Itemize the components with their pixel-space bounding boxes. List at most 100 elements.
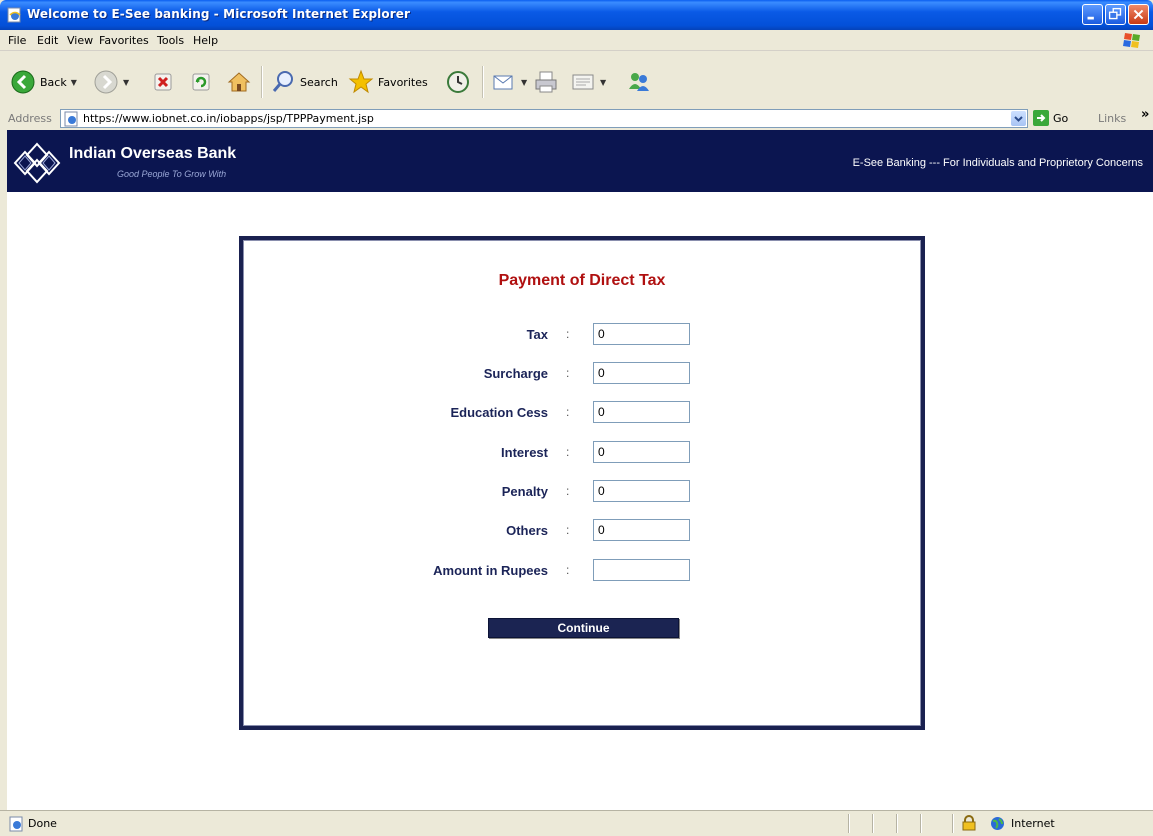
- home-icon: [227, 72, 251, 92]
- history-button[interactable]: [445, 69, 471, 95]
- surcharge-label: Surcharge: [483, 366, 548, 381]
- tax-input[interactable]: [593, 323, 690, 345]
- bank-logo-icon: [13, 142, 61, 184]
- continue-button[interactable]: Continue: [488, 618, 679, 638]
- lock-icon[interactable]: [961, 815, 977, 831]
- menu-favorites[interactable]: Favorites: [99, 34, 149, 47]
- menu-bar: File Edit View Favorites Tools Help: [0, 30, 1153, 51]
- mail-button[interactable]: ▼: [491, 69, 527, 95]
- form-row-education-cess: Education Cess :: [243, 401, 921, 423]
- stop-button[interactable]: [150, 69, 176, 95]
- history-icon: [447, 71, 469, 93]
- ie-page-icon: [7, 7, 21, 23]
- form-row-interest: Interest :: [243, 441, 921, 463]
- mail-icon: [493, 75, 513, 90]
- address-bar: Address https://www.iobnet.co.in/iobapps…: [0, 107, 1153, 131]
- menu-tools[interactable]: Tools: [157, 34, 184, 47]
- label-separator: :: [566, 563, 570, 577]
- back-dropdown-icon[interactable]: ▼: [71, 78, 77, 87]
- form-row-others: Others :: [243, 519, 921, 541]
- window-title-bar[interactable]: Welcome to E-See banking - Microsoft Int…: [0, 0, 1153, 30]
- address-dropdown-icon[interactable]: [1011, 111, 1026, 126]
- status-bar: Done Internet: [0, 810, 1153, 836]
- page-content: Indian Overseas Bank Good People To Grow…: [7, 130, 1153, 810]
- amount-in-rupees-label: Amount in Rupees: [433, 563, 548, 578]
- form-row-penalty: Penalty :: [243, 480, 921, 502]
- tax-payment-panel: Payment of Direct Tax Tax : Surcharge : …: [239, 236, 925, 730]
- search-icon: [272, 71, 293, 92]
- close-button[interactable]: [1128, 4, 1149, 25]
- window-title: Welcome to E-See banking - Microsoft Int…: [27, 7, 410, 21]
- minimize-icon: [1087, 16, 1094, 20]
- form-row-tax: Tax :: [243, 323, 921, 345]
- penalty-input[interactable]: [593, 480, 690, 502]
- edit-dropdown-icon[interactable]: ▼: [600, 78, 606, 87]
- go-label: Go: [1053, 111, 1069, 125]
- refresh-icon: [192, 73, 210, 91]
- ie-page-icon: [9, 816, 23, 832]
- links-label[interactable]: Links: [1098, 112, 1126, 125]
- menu-help[interactable]: Help: [193, 34, 218, 47]
- minimize-button[interactable]: [1082, 4, 1103, 25]
- favorites-button[interactable]: Favorites: [348, 69, 428, 95]
- bank-tagline: Good People To Grow With: [117, 169, 227, 179]
- search-button[interactable]: Search: [270, 69, 338, 95]
- window-frame: [0, 130, 7, 810]
- back-arrow-icon: [11, 70, 35, 94]
- label-separator: :: [566, 484, 570, 498]
- maximize-button[interactable]: [1105, 4, 1126, 25]
- star-icon: [348, 69, 374, 94]
- address-label: Address: [8, 112, 52, 125]
- security-zone-text: Internet: [1011, 817, 1055, 830]
- bank-banner: Indian Overseas Bank Good People To Grow…: [7, 130, 1153, 192]
- back-label: Back: [40, 75, 67, 89]
- messenger-button[interactable]: [626, 69, 652, 95]
- forward-arrow-icon: [94, 70, 118, 94]
- label-separator: :: [566, 405, 570, 419]
- label-separator: :: [566, 366, 570, 380]
- globe-icon: [991, 817, 1004, 830]
- close-icon: [1133, 9, 1144, 20]
- interest-input[interactable]: [593, 441, 690, 463]
- interest-label: Interest: [501, 445, 548, 460]
- menu-edit[interactable]: Edit: [37, 34, 58, 47]
- windows-logo-icon: [1123, 33, 1140, 48]
- address-url: https://www.iobnet.co.in/iobapps/jsp/TPP…: [83, 112, 374, 125]
- ie-page-icon: [64, 111, 78, 127]
- favorites-label: Favorites: [378, 75, 428, 89]
- toolbar: Back ▼ ▼ Search Favorites ▼ ▼: [0, 51, 1153, 108]
- amount-in-rupees-input[interactable]: [593, 559, 690, 581]
- tax-label: Tax: [526, 327, 548, 342]
- status-text: Done: [28, 817, 57, 830]
- address-input[interactable]: https://www.iobnet.co.in/iobapps/jsp/TPP…: [60, 109, 1028, 128]
- restore-icon: [1108, 7, 1122, 20]
- forward-button[interactable]: ▼: [93, 69, 129, 95]
- edit-page-icon: [572, 74, 594, 90]
- form-row-surcharge: Surcharge :: [243, 362, 921, 384]
- go-button[interactable]: Go: [1033, 110, 1068, 126]
- home-button[interactable]: [226, 69, 252, 95]
- print-button[interactable]: [533, 69, 559, 95]
- label-separator: :: [566, 523, 570, 537]
- banking-subtitle: E-See Banking --- For Individuals and Pr…: [852, 157, 1143, 169]
- surcharge-input[interactable]: [593, 362, 690, 384]
- printer-icon: [535, 71, 557, 93]
- label-separator: :: [566, 327, 570, 341]
- bank-name: Indian Overseas Bank: [69, 145, 237, 162]
- messenger-icon: [629, 73, 649, 91]
- education-cess-label: Education Cess: [450, 405, 548, 420]
- others-input[interactable]: [593, 519, 690, 541]
- go-arrow-icon: [1033, 110, 1049, 126]
- back-button[interactable]: Back ▼: [10, 69, 77, 95]
- menu-view[interactable]: View: [67, 34, 93, 47]
- stop-icon: [154, 73, 172, 91]
- links-chevron-icon[interactable]: »: [1141, 107, 1149, 122]
- mail-dropdown-icon[interactable]: ▼: [521, 78, 527, 87]
- menu-file[interactable]: File: [8, 34, 26, 47]
- edit-button[interactable]: ▼: [570, 69, 606, 95]
- refresh-button[interactable]: [188, 69, 214, 95]
- form-title: Payment of Direct Tax: [498, 272, 666, 289]
- label-separator: :: [566, 445, 570, 459]
- forward-dropdown-icon[interactable]: ▼: [123, 78, 129, 87]
- education-cess-input[interactable]: [593, 401, 690, 423]
